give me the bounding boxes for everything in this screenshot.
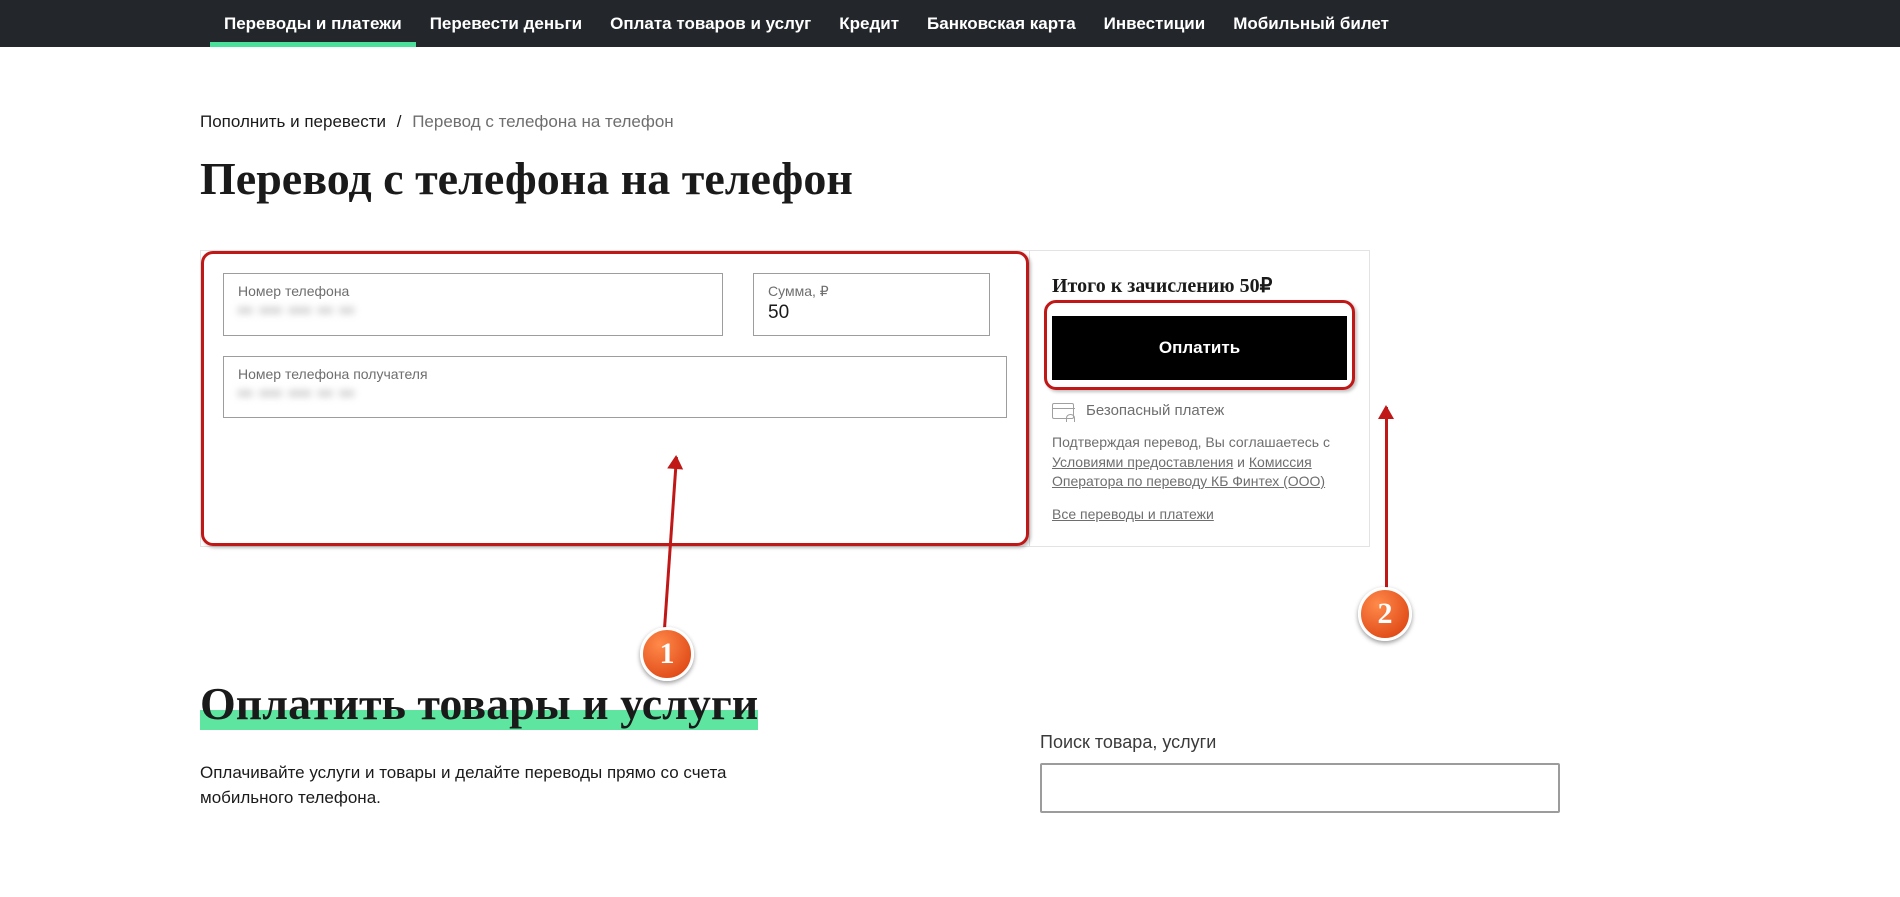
page-title: Перевод с телефона на телефон	[200, 152, 1570, 205]
breadcrumb-sep: /	[397, 112, 402, 131]
phone-to-field[interactable]: Номер телефона получателя	[223, 356, 1007, 418]
secure-payment-icon	[1052, 403, 1074, 419]
top-nav: Переводы и платежи Перевести деньги Опла…	[0, 0, 1900, 47]
nav-item-invest[interactable]: Инвестиции	[1090, 0, 1220, 47]
amount-label: Сумма, ₽	[768, 283, 975, 300]
breadcrumb-parent[interactable]: Пополнить и перевести	[200, 112, 386, 131]
nav-item-bank-card[interactable]: Банковская карта	[913, 0, 1090, 47]
disclaimer-mid: и	[1233, 454, 1249, 470]
nav-item-pay-goods[interactable]: Оплата товаров и услуг	[596, 0, 825, 47]
nav-item-send-money[interactable]: Перевести деньги	[416, 0, 596, 47]
pay-button[interactable]: Оплатить	[1052, 316, 1347, 380]
nav-item-mobile-ticket[interactable]: Мобильный билет	[1219, 0, 1403, 47]
search-label: Поиск товара, услуги	[1040, 732, 1560, 753]
total-label: Итого к зачислению 50₽	[1052, 273, 1347, 298]
disclaimer-lead: Подтверждая перевод, Вы соглашаетесь с	[1052, 434, 1330, 450]
pay-goods-section: Оплатить товары и услуги Оплачивайте усл…	[200, 677, 1570, 811]
phone-from-label: Номер телефона	[238, 283, 708, 299]
phone-to-input[interactable]	[238, 384, 992, 406]
amount-field[interactable]: Сумма, ₽	[753, 273, 990, 336]
annotation-badge-2: 2	[1358, 587, 1412, 641]
search-box[interactable]	[1040, 763, 1560, 813]
phone-from-input[interactable]	[238, 301, 708, 323]
annotation-badge-1: 1	[640, 627, 694, 681]
section2-title: Оплатить товары и услуги	[200, 677, 758, 730]
nav-item-credit[interactable]: Кредит	[825, 0, 913, 47]
all-transfers-link[interactable]: Все переводы и платежи	[1052, 506, 1214, 522]
breadcrumb-current: Перевод с телефона на телефон	[412, 112, 674, 131]
secure-label: Безопасный платеж	[1086, 402, 1224, 419]
form-panel: Номер телефона Сумма, ₽ Номер телефона п…	[200, 250, 1030, 547]
summary-panel: Итого к зачислению 50₽ Оплатить Безопасн…	[1030, 250, 1370, 547]
secure-row: Безопасный платеж	[1052, 402, 1347, 419]
section2-subtitle: Оплачивайте услуги и товары и делайте пе…	[200, 760, 740, 811]
disclaimer: Подтверждая перевод, Вы соглашаетесь с У…	[1052, 433, 1347, 492]
phone-to-label: Номер телефона получателя	[238, 366, 992, 382]
nav-item-transfers[interactable]: Переводы и платежи	[210, 0, 416, 47]
search-area: Поиск товара, услуги	[1040, 732, 1560, 813]
amount-input[interactable]	[768, 302, 975, 324]
phone-from-field[interactable]: Номер телефона	[223, 273, 723, 336]
breadcrumb: Пополнить и перевести / Перевод с телефо…	[200, 112, 1570, 132]
disclaimer-link-terms[interactable]: Условиями предоставления	[1052, 454, 1233, 470]
